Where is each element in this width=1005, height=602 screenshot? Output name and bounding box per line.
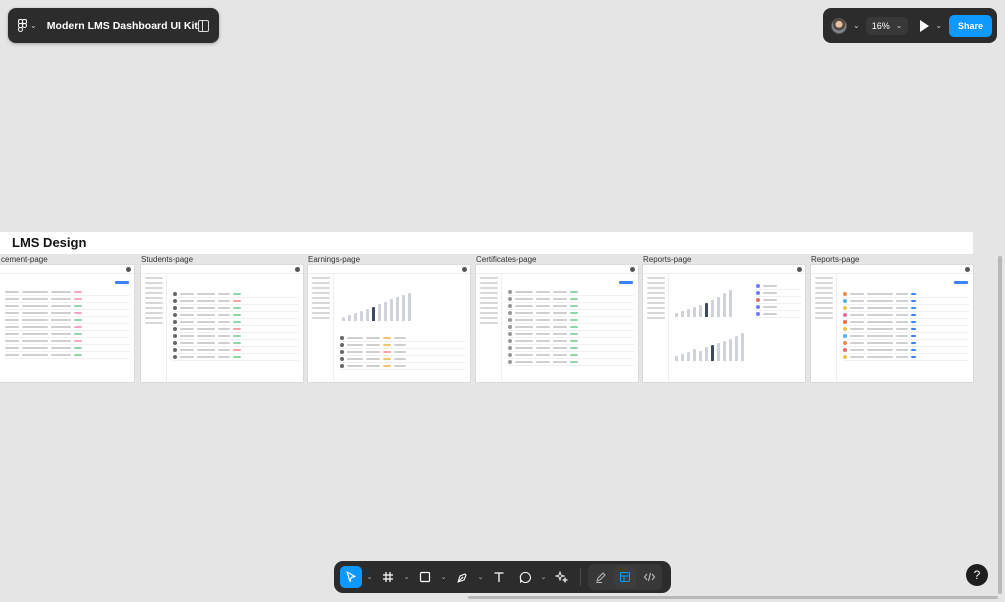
sparkle-icon: [555, 570, 569, 584]
horizontal-scrollbar[interactable]: [468, 596, 998, 599]
rectangle-icon: [419, 571, 431, 583]
table-thumbnail: [5, 289, 130, 378]
chevron-down-icon[interactable]: ⌄: [366, 573, 373, 581]
table-thumbnail: [843, 291, 969, 378]
design-layout-icon: [619, 571, 631, 583]
vertical-scrollbar[interactable]: [998, 256, 1002, 594]
chevron-down-icon[interactable]: ⌄: [477, 573, 484, 581]
frame-thumbnail[interactable]: [141, 265, 303, 382]
pen-nib-icon: [456, 572, 467, 583]
table-thumbnail: [173, 291, 299, 378]
figma-menu-button[interactable]: ⌄: [18, 18, 41, 33]
sidebar-thumbnail: [811, 274, 837, 382]
file-title[interactable]: Modern LMS Dashboard UI Kit: [47, 20, 198, 32]
sidebar-toggle-icon[interactable]: [197, 19, 209, 32]
dev-mode-button[interactable]: [638, 566, 660, 588]
sidebar-thumbnail: [476, 274, 502, 382]
share-button[interactable]: Share: [948, 14, 992, 37]
pen-tool-button[interactable]: [451, 566, 473, 588]
chevron-down-icon: ⌄: [895, 21, 903, 30]
frame-topbar: [643, 265, 805, 274]
bar-chart-thumbnail: [675, 329, 744, 361]
mode-switcher: [588, 564, 662, 590]
frame-hash-icon: [383, 572, 393, 582]
zoom-control[interactable]: 16% ⌄: [865, 16, 909, 35]
frame-label[interactable]: Reports-page: [643, 255, 691, 264]
frame-tool-button[interactable]: [377, 566, 399, 588]
frame-label[interactable]: cement-page: [1, 255, 48, 264]
sidebar-thumbnail: [141, 274, 167, 382]
chevron-down-icon[interactable]: ⌄: [403, 573, 410, 581]
text-tool-button[interactable]: [488, 566, 510, 588]
chevron-down-icon: ⌄: [30, 21, 37, 30]
comment-tool-button[interactable]: [514, 566, 536, 588]
frame-topbar: [308, 265, 470, 274]
frame-thumbnail[interactable]: [811, 265, 973, 382]
sidebar-thumbnail: [643, 274, 669, 382]
draw-mode-button[interactable]: [590, 566, 612, 588]
bottom-toolbar: ⌄ ⌄ ⌄ ⌄ ⌄: [334, 561, 671, 593]
frame-topbar: [0, 265, 134, 274]
section-title: LMS Design: [12, 235, 87, 250]
zoom-value: 16%: [871, 20, 890, 31]
code-brackets-icon: [643, 572, 655, 582]
add-button-thumbnail: [954, 281, 968, 284]
avatar: [965, 266, 970, 272]
frame-thumbnail[interactable]: [643, 265, 805, 382]
frame-topbar: [141, 265, 303, 274]
table-thumbnail: [340, 335, 466, 378]
add-button-thumbnail: [619, 281, 633, 284]
add-button-thumbnail: [115, 281, 129, 284]
frame-label[interactable]: Students-page: [141, 255, 193, 264]
file-menu-bar: ⌄ Modern LMS Dashboard UI Kit: [8, 8, 219, 43]
frame-thumbnail[interactable]: [0, 265, 134, 382]
table-thumbnail: [508, 289, 634, 378]
bar-chart-thumbnail: [675, 287, 732, 317]
frame-label[interactable]: Certificates-page: [476, 255, 536, 264]
help-button[interactable]: ?: [966, 564, 988, 586]
cursor-arrow-icon: [346, 571, 356, 583]
user-avatar[interactable]: [831, 17, 847, 34]
avatar: [797, 266, 802, 272]
top-list-thumbnail: [756, 283, 801, 378]
draw-pencil-icon: [596, 572, 606, 583]
move-tool-button[interactable]: [340, 566, 362, 588]
present-play-icon[interactable]: [920, 19, 930, 32]
avatar: [462, 266, 467, 272]
frame-topbar: [811, 265, 973, 274]
shape-tool-button[interactable]: [414, 566, 436, 588]
toolbar-divider: [580, 568, 581, 586]
actions-tool-button[interactable]: [551, 566, 573, 588]
design-mode-button[interactable]: [614, 566, 636, 588]
bar-chart-thumbnail: [342, 289, 411, 321]
chevron-down-icon[interactable]: ⌄: [853, 21, 860, 30]
sidebar-thumbnail: [308, 274, 334, 382]
avatar: [630, 266, 635, 272]
frame-thumbnail[interactable]: [476, 265, 638, 382]
section-header[interactable]: [0, 232, 973, 254]
chevron-down-icon[interactable]: ⌄: [935, 21, 942, 30]
frame-topbar: [476, 265, 638, 274]
avatar: [126, 266, 131, 272]
figma-logo-icon: [18, 18, 27, 32]
frame-label[interactable]: Earnings-page: [308, 255, 360, 264]
text-t-icon: [494, 572, 504, 582]
chevron-down-icon[interactable]: ⌄: [440, 573, 447, 581]
top-right-toolbar: ⌄ 16% ⌄ ⌄ Share: [823, 8, 997, 43]
frame-label[interactable]: Reports-page: [811, 255, 859, 264]
avatar: [295, 266, 300, 272]
comment-bubble-icon: [519, 571, 531, 583]
frame-thumbnail[interactable]: [308, 265, 470, 382]
chevron-down-icon[interactable]: ⌄: [540, 573, 547, 581]
